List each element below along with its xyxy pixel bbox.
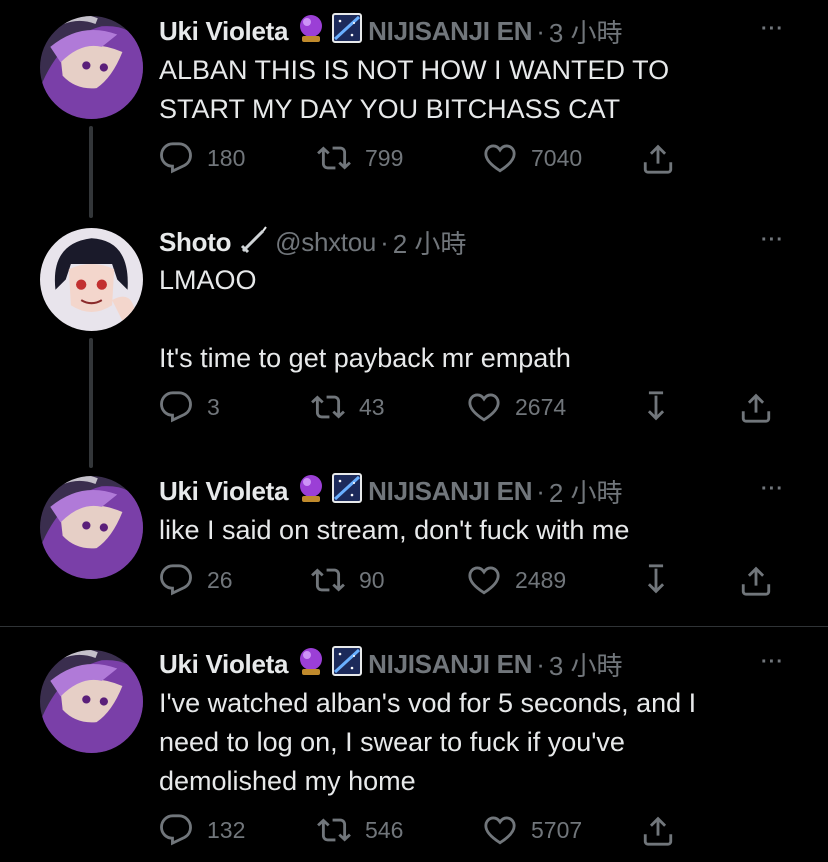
share-button[interactable] (739, 563, 773, 597)
avatar[interactable] (40, 476, 143, 579)
tweet-actions: 26 90 2489 (159, 563, 799, 599)
reply-icon (159, 813, 193, 847)
handle[interactable]: @shxtou (275, 227, 376, 258)
display-name[interactable]: Uki Violeta (159, 649, 288, 680)
reply-icon (159, 141, 193, 175)
separator-dot: · (536, 648, 545, 679)
retweet-count: 90 (359, 566, 385, 593)
retweet-icon (317, 141, 351, 175)
like-button[interactable]: 7040 (483, 141, 582, 175)
reply-button[interactable]: 3 (159, 390, 220, 424)
share-icon (739, 563, 773, 597)
tweet-header: Uki Violeta NIJISANJI EN · 3 小時 (159, 14, 623, 48)
reply-count: 180 (207, 144, 246, 171)
retweet-icon (311, 390, 345, 424)
retweet-count: 546 (365, 816, 404, 843)
like-count: 2489 (515, 566, 567, 593)
reply-button[interactable]: 26 (159, 563, 233, 597)
tweet[interactable]: Uki Violeta NIJISANJI EN · 3 小時 ··· ALBA… (0, 0, 828, 220)
avatar[interactable] (40, 650, 143, 753)
heart-icon (467, 390, 501, 424)
heart-icon (483, 813, 517, 847)
reply-button[interactable]: 180 (159, 141, 245, 175)
retweet-button[interactable]: 799 (317, 141, 403, 175)
tweet[interactable]: Uki Violeta NIJISANJI EN · 2 小時 ··· like… (0, 470, 828, 625)
like-count: 2674 (515, 393, 567, 420)
like-count: 7040 (531, 144, 583, 171)
share-icon (739, 390, 773, 424)
night-sky-icon (332, 646, 362, 683)
more-options-icon[interactable]: ··· (761, 651, 784, 674)
like-count: 5707 (531, 816, 583, 843)
heart-icon (483, 141, 517, 175)
crystal-ball-icon (296, 646, 326, 683)
reply-count: 26 (207, 566, 233, 593)
tip-icon (639, 563, 673, 597)
avatar[interactable] (40, 228, 143, 331)
crystal-ball-icon (296, 13, 326, 50)
separator-dot: · (380, 226, 389, 257)
handle[interactable]: NIJISANJI EN (368, 649, 532, 680)
tweet-text: like I said on stream, don't fuck with m… (159, 515, 630, 545)
night-sky-icon (332, 473, 362, 510)
retweet-icon (311, 563, 345, 597)
separator-dot: · (536, 15, 545, 46)
share-button[interactable] (641, 141, 675, 175)
display-name[interactable]: Uki Violeta (159, 476, 288, 507)
retweet-icon (317, 813, 351, 847)
reply-count: 3 (207, 393, 220, 420)
handle[interactable]: NIJISANJI EN (368, 476, 532, 507)
sword-icon (239, 224, 269, 261)
timestamp[interactable]: 2 小時 (549, 473, 623, 510)
tweet-actions: 3 43 2674 (159, 390, 799, 426)
tweet-header: Uki Violeta NIJISANJI EN · 2 小時 (159, 474, 623, 508)
like-button[interactable]: 5707 (483, 813, 582, 847)
reply-icon (159, 390, 193, 424)
share-button[interactable] (739, 390, 773, 424)
avatar[interactable] (40, 16, 143, 119)
reply-button[interactable]: 132 (159, 813, 245, 847)
separator-dot: · (536, 475, 545, 506)
tip-icon (639, 390, 673, 424)
tweet-header: Uki Violeta NIJISANJI EN · 3 小時 (159, 647, 623, 681)
timestamp[interactable]: 3 小時 (549, 646, 623, 683)
timestamp[interactable]: 2 小時 (393, 224, 467, 261)
like-button[interactable]: 2674 (467, 390, 566, 424)
tweet-actions: 180 799 7040 (159, 141, 799, 177)
heart-icon (467, 563, 501, 597)
share-icon (641, 141, 675, 175)
reply-count: 132 (207, 816, 246, 843)
tweet-text: I've watched alban's vod for 5 seconds, … (159, 688, 697, 796)
tweet-text: ALBAN THIS IS NOT HOW I WANTED TO START … (159, 55, 670, 124)
tweet-actions: 132 546 5707 (159, 813, 799, 849)
reply-icon (159, 563, 193, 597)
more-options-icon[interactable]: ··· (761, 18, 784, 41)
share-icon (641, 813, 675, 847)
night-sky-icon (332, 13, 362, 50)
share-button[interactable] (641, 813, 675, 847)
tweet[interactable]: Uki Violeta NIJISANJI EN · 3 小時 ··· I've… (0, 627, 828, 862)
retweet-button[interactable]: 546 (317, 813, 403, 847)
timestamp[interactable]: 3 小時 (549, 13, 623, 50)
retweet-button[interactable]: 90 (311, 563, 385, 597)
display-name[interactable]: Shoto (159, 227, 231, 258)
crystal-ball-icon (296, 473, 326, 510)
like-button[interactable]: 2489 (467, 563, 566, 597)
tweet[interactable]: Shoto @shxtou · 2 小時 ··· LMAOO It's time… (0, 220, 828, 470)
tweet-header: Shoto @shxtou · 2 小時 (159, 225, 466, 259)
tweet-text: LMAOO It's time to get payback mr empath (159, 265, 571, 373)
handle[interactable]: NIJISANJI EN (368, 16, 532, 47)
tip-button[interactable] (639, 563, 673, 597)
more-options-icon[interactable]: ··· (761, 478, 784, 501)
retweet-count: 43 (359, 393, 385, 420)
more-options-icon[interactable]: ··· (761, 229, 784, 252)
retweet-button[interactable]: 43 (311, 390, 385, 424)
tip-button[interactable] (639, 390, 673, 424)
retweet-count: 799 (365, 144, 404, 171)
display-name[interactable]: Uki Violeta (159, 16, 288, 47)
